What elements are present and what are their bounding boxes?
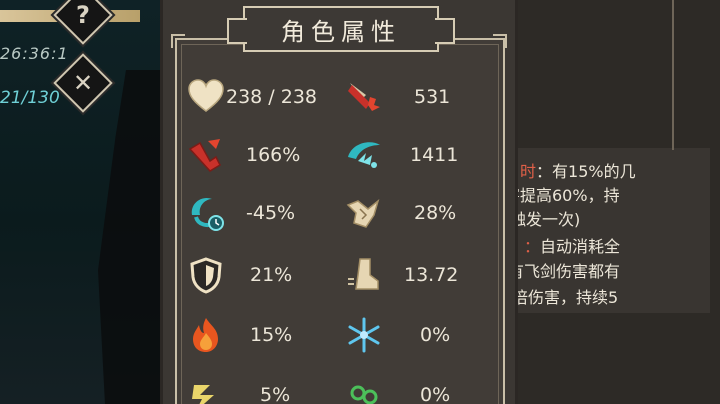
lightning-icon <box>192 385 214 404</box>
description-line-1: 时：有15%的几 <box>520 162 636 181</box>
stat-crit: 166% <box>186 132 300 178</box>
stat-dodge: 28% <box>344 190 456 236</box>
stat-attack: 531 <box>344 74 450 120</box>
hud-counter: 21/130 <box>0 88 60 108</box>
stat-value: 1411 <box>410 144 459 166</box>
frame-corner <box>493 34 507 48</box>
frame-corner <box>171 34 185 48</box>
description-line-6: 倍伤害，持续5 <box>512 288 619 307</box>
stat-speed: 1411 <box>344 132 458 178</box>
attack-fist-icon <box>348 83 380 111</box>
stat-defense: 21% <box>186 252 292 298</box>
frame-line <box>672 0 674 150</box>
stat-move-speed: 13.72 <box>344 252 458 298</box>
stat-value: 15% <box>250 324 293 346</box>
fire-icon <box>193 318 218 352</box>
description-line-5: 有飞剑伤害都有 <box>508 262 621 281</box>
description-line-2: 害提高60%，持 <box>504 186 620 205</box>
stat-value: -45% <box>246 202 296 224</box>
stat-value: 21% <box>250 264 293 286</box>
crit-rate-icon <box>188 139 221 172</box>
stat-lightning: 5% <box>186 372 290 404</box>
dodge-hand-icon <box>346 198 380 228</box>
stat-value: 13.72 <box>404 264 459 286</box>
stat-value: 0% <box>420 324 451 346</box>
stat-value: 166% <box>246 144 301 166</box>
stat-cooldown: -45% <box>186 190 295 236</box>
stat-value: 28% <box>414 202 457 224</box>
poison-icon <box>350 385 378 404</box>
stat-value: 5% <box>260 384 291 404</box>
stat-health: 238 / 238 <box>186 74 317 120</box>
question-icon: ? <box>76 1 90 30</box>
description-line-4: ：自动消耗全 <box>524 237 621 256</box>
stat-value: 531 <box>414 86 451 108</box>
scene-shadow <box>98 70 168 404</box>
speed-wing-icon <box>348 142 380 168</box>
panel-title: 角色属性 <box>281 17 401 46</box>
shield-icon <box>190 257 222 294</box>
panel-title-plate: 角色属性 <box>227 6 455 52</box>
stat-ice: 0% <box>344 312 450 358</box>
cooldown-clock-icon <box>191 197 224 231</box>
stat-fire: 15% <box>186 312 292 358</box>
heart-icon <box>188 79 224 112</box>
snowflake-icon <box>348 317 380 353</box>
stat-value: 0% <box>420 384 451 404</box>
description-line-3: 触发一次) <box>510 210 581 229</box>
stat-value: 238 / 238 <box>226 86 318 108</box>
hud-timer: 26:36:1 <box>0 44 69 63</box>
stat-poison: 0% <box>344 372 450 404</box>
close-icon: ✕ <box>72 69 94 97</box>
boot-icon <box>348 258 379 290</box>
